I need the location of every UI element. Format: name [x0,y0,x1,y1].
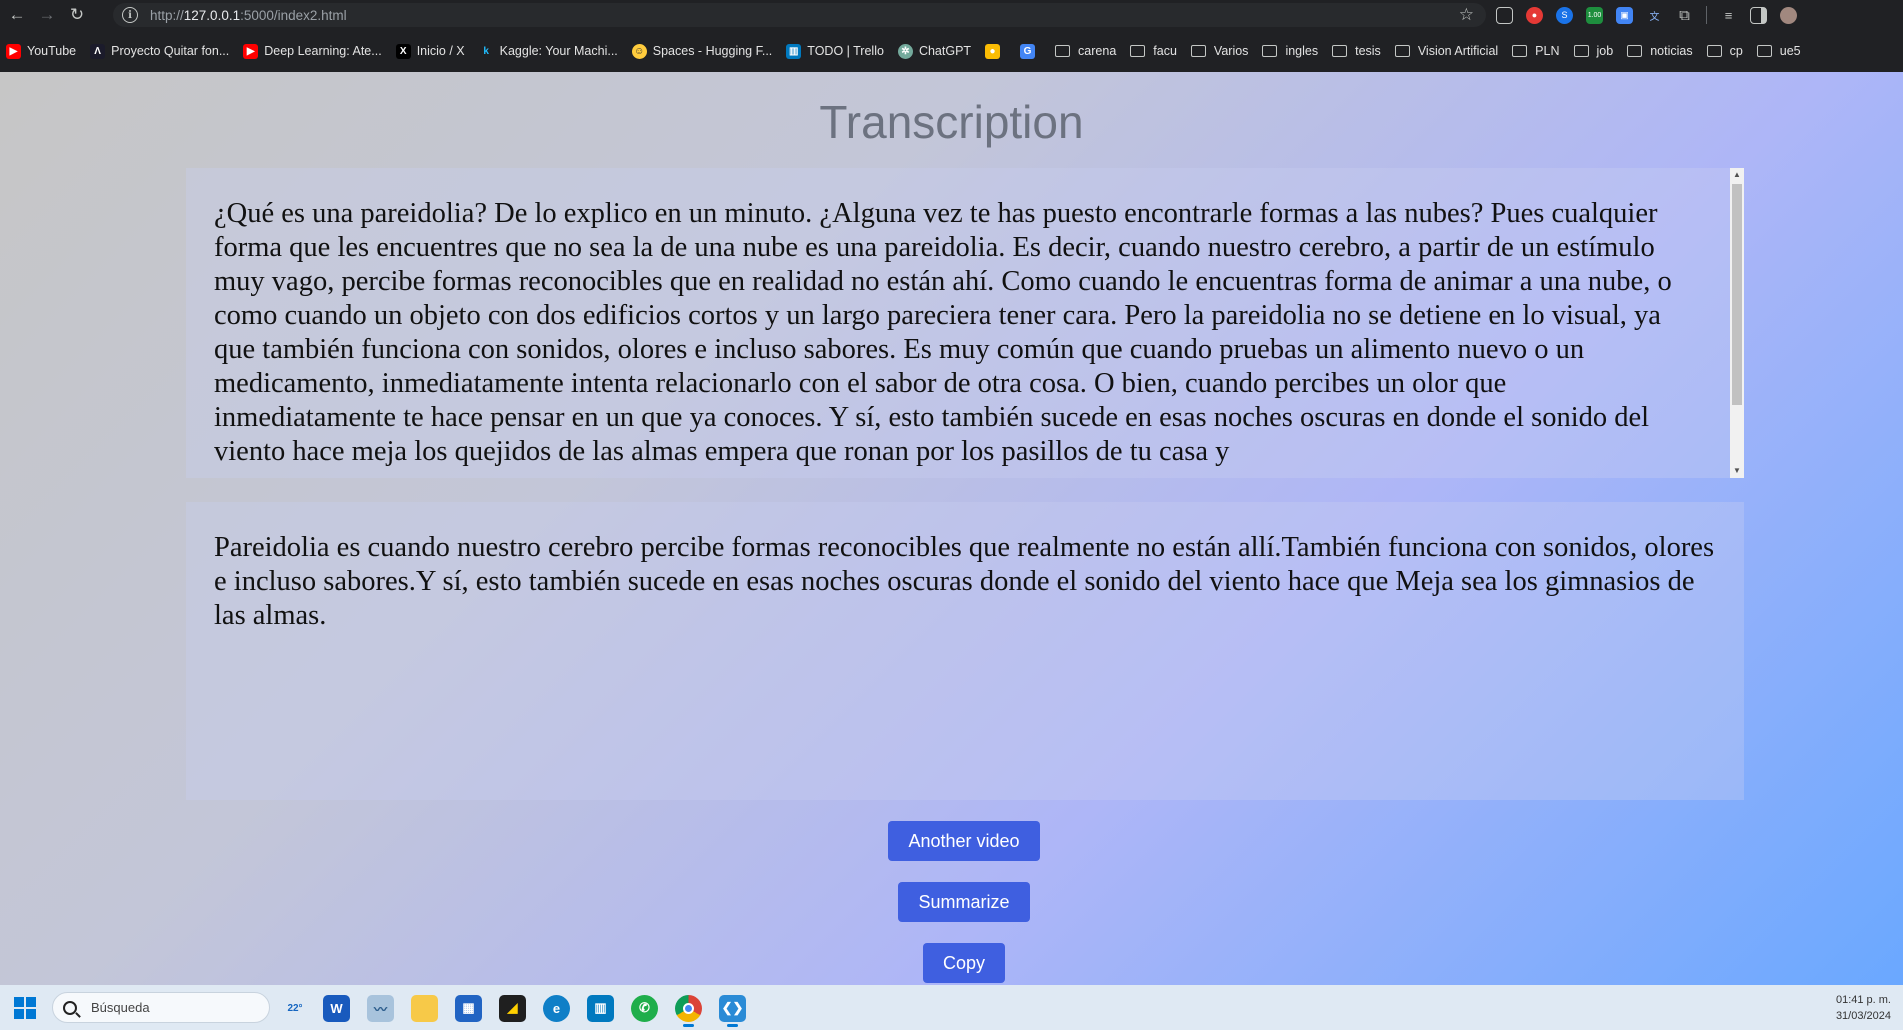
extensions-bar: ● S 1.00 ▣ 文 ⧉ ≡ [1496,4,1797,26]
bookmark-chatgpt[interactable]: ✲ ChatGPT [897,43,971,59]
scrollbar-thumb[interactable] [1732,184,1742,405]
extension-speed-icon[interactable]: 1.00 [1586,6,1603,24]
profile-avatar[interactable] [1780,6,1797,24]
folder-icon [1190,45,1206,57]
summarize-button[interactable]: Summarize [898,882,1030,922]
bookmarks-bar: ▶ YouTube Λ Proyecto Quitar fon... ▶ Deep L… [0,30,1903,72]
bookmark-x[interactable]: X Inicio / X [395,43,465,59]
back-arrow-icon[interactable]: ← [4,2,30,28]
search-placeholder: Búsqueda [91,1000,150,1015]
folder-icon [1332,45,1348,57]
clock-date: 31/03/2024 [1835,1010,1891,1022]
bookmark-folder-tesis[interactable]: tesis [1332,44,1381,58]
bookmark-keep[interactable]: ● [985,43,1006,59]
forward-arrow-icon[interactable]: → [34,2,60,28]
word-icon[interactable]: W [323,994,350,1022]
extensions-puzzle-icon[interactable]: ⧉ [1676,7,1693,24]
search-icon [63,1000,77,1015]
youtube-icon: ▶ [243,43,259,59]
taskbar-search-input[interactable]: Búsqueda [52,992,270,1023]
bookmark-folder-noticias[interactable]: noticias [1627,44,1693,58]
vscode-icon[interactable]: ❮❯ [719,994,746,1027]
folder-icon [1262,45,1278,57]
transcript-textarea[interactable]: ¿Qué es una pareidolia? De lo explico en… [186,168,1744,478]
scroll-up-arrow-icon[interactable]: ▲ [1730,168,1744,182]
clock-time: 01:41 p. m. [1835,994,1891,1006]
edge-icon[interactable]: e [543,994,570,1022]
x-icon: X [395,43,411,59]
weather-icon[interactable]: 22° [284,995,306,1022]
keep-icon: ● [985,43,1001,59]
translate-icon: G [1020,43,1036,59]
bookmark-folder-ingles[interactable]: ingles [1262,44,1318,58]
taskbar: Búsqueda 22° W 〰 ▦ ◢ e ▥ ✆ ❮❯ 01:41 p. m… [0,985,1903,1030]
bookmark-trello[interactable]: ▥ TODO | Trello [786,43,884,59]
chrome-icon[interactable] [675,994,702,1027]
summary-text: Pareidolia es cuando nuestro cerebro per… [214,532,1715,631]
extension-window-icon[interactable]: ▣ [1616,6,1633,24]
site-info-icon[interactable]: i [122,7,138,23]
folder-icon [1055,45,1071,57]
bookmark-folder-varios[interactable]: Varios [1190,44,1248,58]
extension-translate-icon[interactable]: 文 [1646,7,1663,24]
transcript-text: ¿Qué es una pareidolia? De lo explico en… [214,198,1672,467]
extension-blue-icon[interactable]: S [1556,6,1573,24]
summary-textarea[interactable]: Pareidolia es cuando nuestro cerebro per… [186,502,1744,800]
folder-icon [1627,45,1643,57]
page-content: Transcription ¿Qué es una pareidolia? De… [0,72,1903,985]
trello-icon: ▥ [786,43,802,59]
extension-red-icon[interactable]: ● [1526,6,1543,24]
youtube-icon: ▶ [6,43,21,59]
bookmark-folder-cp[interactable]: cp [1706,44,1743,58]
kaggle-icon: k [483,45,489,57]
folder-icon [1394,45,1410,57]
tab-search-icon[interactable] [1496,6,1513,24]
chatgpt-icon: ✲ [897,43,913,59]
microsoft-store-icon[interactable]: ▦ [455,994,482,1022]
whatsapp-icon[interactable]: ✆ [631,994,658,1022]
bookmark-folder-pln[interactable]: PLN [1512,44,1560,58]
transcript-scrollbar[interactable]: ▲ ▼ [1730,168,1744,478]
taskbar-apps: 22° W 〰 ▦ ◢ e ▥ ✆ ❮❯ [284,993,746,1027]
bookmark-translate[interactable]: G [1020,43,1041,59]
url-text: http://127.0.0.1:5000/index2.html [150,7,347,23]
bookmark-folder-facu[interactable]: facu [1130,44,1177,58]
bookmark-star-icon[interactable]: ☆ [1459,5,1474,25]
bookmark-proyecto[interactable]: Λ Proyecto Quitar fon... [90,43,229,59]
bookmark-huggingface[interactable]: ☺ Spaces - Hugging F... [631,43,772,59]
address-bar[interactable]: i http://127.0.0.1:5000/index2.html ☆ [113,3,1486,27]
windows-start-icon[interactable] [14,997,36,1019]
folder-icon [1512,45,1528,57]
copy-button[interactable]: Copy [923,943,1005,983]
bookmark-folder-vision-artificial[interactable]: Vision Artificial [1394,44,1498,58]
bookmark-deep-learning[interactable]: ▶ Deep Learning: Ate... [243,43,382,59]
bookmark-youtube[interactable]: ▶ YouTube [6,43,76,59]
folder-icon [1130,45,1146,57]
folder-icon [1706,45,1722,57]
project-icon: Λ [90,43,106,59]
bookmark-folder-carena[interactable]: carena [1055,44,1116,58]
browser-toolbar: ← → ↻ i http://127.0.0.1:5000/index2.htm… [0,0,1903,30]
huggingface-icon: ☺ [631,43,647,59]
media-control-icon[interactable]: ≡ [1720,7,1737,24]
folder-icon [1573,45,1589,57]
trello-icon[interactable]: ▥ [587,994,614,1022]
another-video-button[interactable]: Another video [888,821,1040,861]
page-title: Transcription [819,96,1084,148]
performance-monitor-icon[interactable]: 〰 [367,994,394,1022]
scroll-down-arrow-icon[interactable]: ▼ [1730,464,1744,478]
side-panel-icon[interactable] [1750,6,1767,24]
system-clock[interactable]: 01:41 p. m. 31/03/2024 [1836,992,1891,1024]
toolbar-divider [1706,6,1707,24]
bookmark-kaggle[interactable]: k Kaggle: Your Machi... [479,44,617,59]
bookmark-folder-job[interactable]: job [1573,44,1613,58]
folder-icon [1756,45,1772,57]
reload-icon[interactable]: ↻ [64,2,90,28]
sticky-notes-icon[interactable]: ◢ [499,994,526,1022]
bookmark-folder-ue5[interactable]: ue5 [1756,44,1801,58]
file-explorer-icon[interactable] [411,994,438,1022]
